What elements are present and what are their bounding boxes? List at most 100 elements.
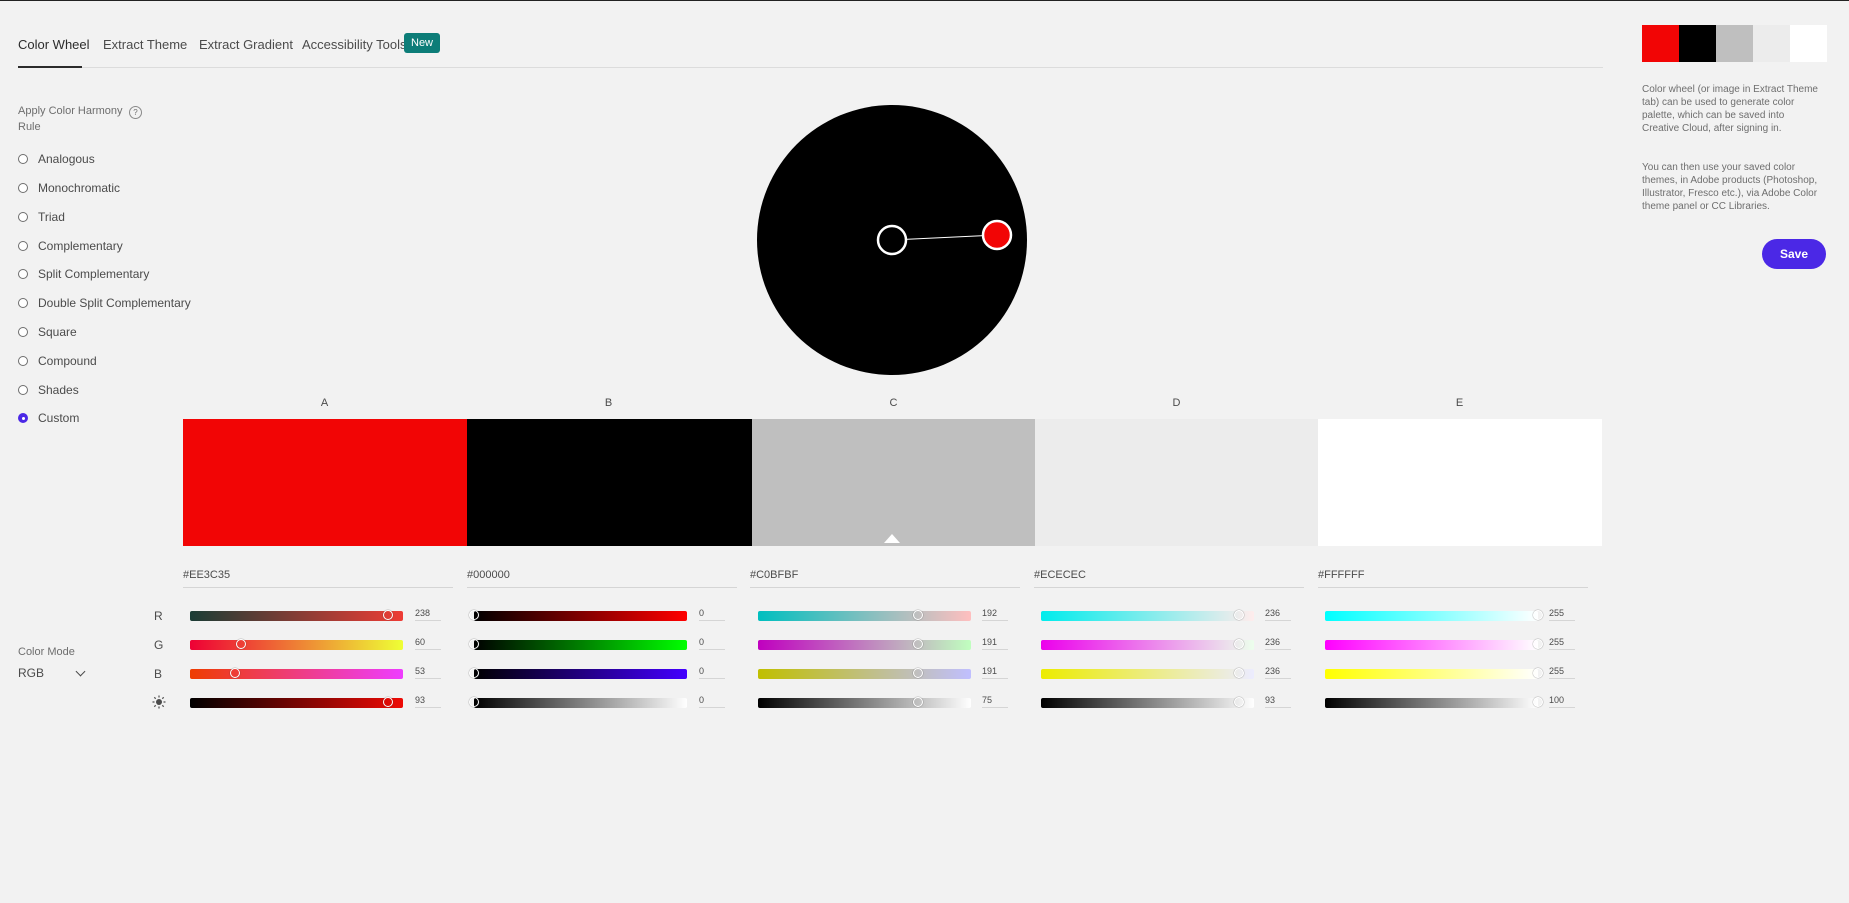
value-b-b[interactable]: 0	[699, 666, 725, 679]
wheel-handle-base[interactable]	[876, 224, 908, 256]
harmony-option-split-complementary[interactable]: Split Complementary	[18, 264, 149, 284]
slider-brightness-d[interactable]	[1041, 697, 1254, 708]
slider-thumb[interactable]	[469, 639, 479, 649]
value-g-a[interactable]: 60	[415, 637, 441, 650]
value-r-c[interactable]: 192	[982, 608, 1008, 621]
slider-thumb[interactable]	[912, 639, 923, 649]
value-brightness-d[interactable]: 93	[1265, 695, 1291, 708]
harmony-option-complementary[interactable]: Complementary	[18, 236, 123, 256]
color-mode-title: Color Mode	[18, 646, 75, 658]
slider-b-c[interactable]	[758, 668, 971, 679]
value-b-a[interactable]: 53	[415, 666, 441, 679]
value-brightness-c[interactable]: 75	[982, 695, 1008, 708]
tab-color-wheel[interactable]: Color Wheel	[18, 37, 90, 52]
color-mode-select[interactable]: RGB	[18, 666, 86, 684]
harmony-option-square[interactable]: Square	[18, 322, 77, 342]
radio-button[interactable]	[18, 269, 28, 279]
tab-extract-theme[interactable]: Extract Theme	[103, 37, 187, 52]
wheel-handle-red[interactable]	[981, 219, 1013, 251]
slider-r-b[interactable]	[469, 610, 687, 621]
slider-thumb[interactable]	[469, 668, 479, 678]
slider-g-e[interactable]	[1325, 639, 1543, 650]
slider-thumb[interactable]	[469, 697, 479, 707]
slider-b-e[interactable]	[1325, 668, 1543, 679]
slider-g-c[interactable]	[758, 639, 971, 650]
slider-brightness-b[interactable]	[469, 697, 687, 708]
hex-input-b[interactable]: #000000	[467, 569, 737, 588]
tab-accessibility-tools[interactable]: Accessibility Tools	[302, 37, 407, 52]
slider-thumb[interactable]	[912, 668, 923, 678]
slider-g-b[interactable]	[469, 639, 687, 650]
value-g-d[interactable]: 236	[1265, 637, 1291, 650]
slider-thumb[interactable]	[912, 697, 923, 707]
hex-input-d[interactable]: #ECECEC	[1034, 569, 1304, 588]
slider-r-c[interactable]	[758, 610, 971, 621]
value-b-c[interactable]: 191	[982, 666, 1008, 679]
harmony-option-custom[interactable]: Custom	[18, 408, 79, 428]
radio-button[interactable]	[18, 241, 28, 251]
harmony-option-triad[interactable]: Triad	[18, 207, 65, 227]
slider-thumb[interactable]	[1533, 668, 1543, 678]
radio-button[interactable]	[18, 183, 28, 193]
value-brightness-a[interactable]: 93	[415, 695, 441, 708]
value-r-d[interactable]: 236	[1265, 608, 1291, 621]
color-swatch-d[interactable]	[1035, 419, 1318, 546]
slider-thumb[interactable]	[1234, 639, 1245, 649]
harmony-option-compound[interactable]: Compound	[18, 351, 97, 371]
color-swatch-e[interactable]	[1318, 419, 1602, 546]
value-g-c[interactable]: 191	[982, 637, 1008, 650]
slider-brightness-a[interactable]	[190, 697, 403, 708]
radio-button[interactable]	[18, 385, 28, 395]
slider-r-a[interactable]	[190, 610, 403, 621]
value-g-b[interactable]: 0	[699, 637, 725, 650]
value-brightness-b[interactable]: 0	[699, 695, 725, 708]
radio-button[interactable]	[18, 154, 28, 164]
slider-thumb[interactable]	[1234, 610, 1245, 620]
slider-thumb[interactable]	[383, 610, 394, 620]
slider-b-d[interactable]	[1041, 668, 1254, 679]
hex-input-e[interactable]: #FFFFFF	[1318, 569, 1588, 588]
slider-g-a[interactable]	[190, 639, 403, 650]
hex-input-c[interactable]: #C0BFBF	[750, 569, 1020, 588]
tab-extract-gradient[interactable]: Extract Gradient	[199, 37, 293, 52]
slider-thumb[interactable]	[912, 610, 923, 620]
slider-brightness-e[interactable]	[1325, 697, 1543, 708]
slider-b-b[interactable]	[469, 668, 687, 679]
slider-thumb[interactable]	[383, 697, 394, 707]
harmony-option-monochromatic[interactable]: Monochromatic	[18, 178, 120, 198]
slider-thumb[interactable]	[1234, 668, 1245, 678]
harmony-option-shades[interactable]: Shades	[18, 380, 79, 400]
radio-button[interactable]	[18, 413, 28, 423]
slider-thumb[interactable]	[469, 610, 479, 620]
slider-thumb[interactable]	[236, 639, 247, 649]
value-b-e[interactable]: 255	[1549, 666, 1575, 679]
slider-thumb[interactable]	[229, 668, 240, 678]
slider-thumb[interactable]	[1234, 697, 1245, 707]
radio-button[interactable]	[18, 327, 28, 337]
color-swatch-a[interactable]	[183, 419, 467, 546]
slider-r-e[interactable]	[1325, 610, 1543, 621]
color-swatch-c[interactable]	[752, 419, 1035, 546]
value-r-b[interactable]: 0	[699, 608, 725, 621]
harmony-option-analogous[interactable]: Analogous	[18, 149, 95, 169]
value-r-a[interactable]: 238	[415, 608, 441, 621]
harmony-option-double-split-complementary[interactable]: Double Split Complementary	[18, 293, 191, 313]
radio-button[interactable]	[18, 298, 28, 308]
help-icon[interactable]: ?	[129, 106, 142, 119]
radio-button[interactable]	[18, 356, 28, 366]
slider-thumb[interactable]	[1533, 697, 1543, 707]
slider-r-d[interactable]	[1041, 610, 1254, 621]
value-g-e[interactable]: 255	[1549, 637, 1575, 650]
hex-input-a[interactable]: #EE3C35	[183, 569, 453, 588]
slider-b-a[interactable]	[190, 668, 403, 679]
value-b-d[interactable]: 236	[1265, 666, 1291, 679]
color-swatch-b[interactable]	[467, 419, 752, 546]
slider-brightness-c[interactable]	[758, 697, 971, 708]
value-r-e[interactable]: 255	[1549, 608, 1575, 621]
save-button[interactable]: Save	[1762, 239, 1826, 269]
slider-thumb[interactable]	[1533, 639, 1543, 649]
radio-button[interactable]	[18, 212, 28, 222]
slider-g-d[interactable]	[1041, 639, 1254, 650]
slider-thumb[interactable]	[1533, 610, 1543, 620]
value-brightness-e[interactable]: 100	[1549, 695, 1575, 708]
